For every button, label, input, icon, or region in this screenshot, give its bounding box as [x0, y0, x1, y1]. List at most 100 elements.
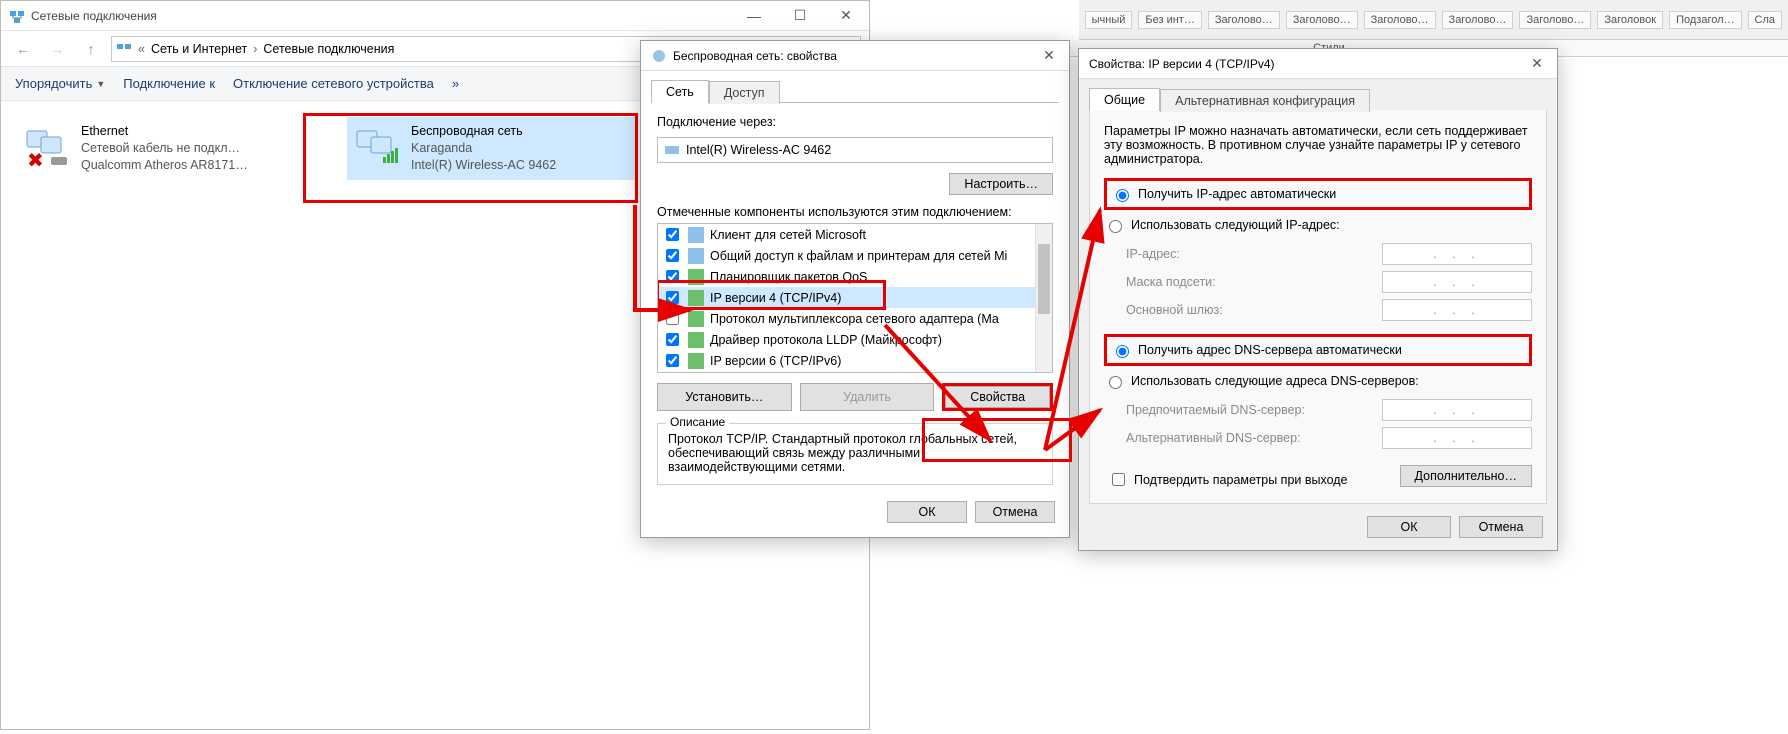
- dialog-titlebar: Беспроводная сеть: свойства ✕: [641, 41, 1069, 71]
- remove-button: Удалить: [800, 383, 935, 411]
- component-icon: [688, 353, 704, 369]
- connect-via-label: Подключение через:: [657, 115, 1053, 129]
- back-button[interactable]: ←: [9, 35, 37, 63]
- breadcrumb-item[interactable]: Сеть и Интернет: [151, 42, 247, 56]
- minimize-button[interactable]: —: [731, 1, 777, 31]
- close-button[interactable]: ✕: [1517, 50, 1557, 78]
- dns1-label: Предпочитаемый DNS-сервер:: [1126, 403, 1305, 417]
- gateway-field: . . .: [1382, 299, 1532, 321]
- description-label: Описание: [666, 415, 729, 429]
- radio-input[interactable]: [1116, 189, 1129, 202]
- list-item: Драйвер протокола LLDP (Майкрософт): [658, 329, 1052, 350]
- ribbon-item[interactable]: Заголово…: [1208, 11, 1280, 29]
- forward-button[interactable]: →: [43, 35, 71, 63]
- radio-input[interactable]: [1116, 345, 1129, 358]
- svg-text:✖: ✖: [27, 150, 44, 171]
- maximize-button[interactable]: ☐: [777, 1, 823, 31]
- install-button[interactable]: Установить…: [657, 383, 792, 411]
- list-item: IP версии 6 (TCP/IPv6): [658, 350, 1052, 371]
- adapter-name-box: Intel(R) Wireless-AC 9462: [657, 137, 1053, 163]
- component-checkbox[interactable]: [666, 312, 679, 325]
- breadcrumb-prefix: «: [138, 42, 145, 56]
- subnet-mask-field: . . .: [1382, 271, 1532, 293]
- ribbon-item[interactable]: Заголовок: [1597, 11, 1663, 29]
- tab-general[interactable]: Общие: [1089, 88, 1160, 111]
- annotation-highlight: [303, 113, 638, 203]
- close-button[interactable]: ✕: [1029, 42, 1069, 70]
- radio-input[interactable]: [1109, 376, 1122, 389]
- component-icon: [688, 332, 704, 348]
- titlebar: Сетевые подключения — ☐ ✕: [1, 1, 869, 31]
- checkbox-input[interactable]: [1112, 473, 1125, 486]
- ribbon-item[interactable]: Без инт…: [1138, 11, 1201, 29]
- intro-text: Параметры IP можно назначать автоматичес…: [1104, 124, 1532, 166]
- subnet-mask-label: Маска подсети:: [1126, 275, 1216, 289]
- up-button[interactable]: ↑: [77, 35, 105, 63]
- adapter-icon: [651, 48, 667, 64]
- connect-to-menu[interactable]: Подключение к: [123, 76, 215, 91]
- cancel-button[interactable]: Отмена: [975, 501, 1055, 523]
- more-commands[interactable]: »: [452, 76, 459, 91]
- breadcrumb-sep: ›: [253, 42, 257, 56]
- adapter-properties-dialog: Беспроводная сеть: свойства ✕ Сеть Досту…: [640, 40, 1070, 538]
- list-item: Общий доступ к файлам и принтерам для се…: [658, 245, 1052, 266]
- ip-address-label: IP-адрес:: [1126, 247, 1180, 261]
- gateway-label: Основной шлюз:: [1126, 303, 1223, 317]
- ok-button[interactable]: ОК: [887, 501, 967, 523]
- ribbon-item[interactable]: ычный: [1085, 11, 1133, 29]
- disable-device-menu[interactable]: Отключение сетевого устройства: [233, 76, 434, 91]
- checkbox-label: Подтвердить параметры при выходе: [1134, 473, 1348, 487]
- confirm-on-exit[interactable]: Подтвердить параметры при выходе: [1104, 462, 1348, 489]
- adapter-name: Intel(R) Wireless-AC 9462: [686, 143, 831, 157]
- component-icon: [688, 227, 704, 243]
- ribbon-item[interactable]: Заголово…: [1364, 11, 1436, 29]
- close-button[interactable]: ✕: [823, 1, 869, 31]
- radio-label: Использовать следующие адреса DNS-сервер…: [1131, 374, 1419, 388]
- tab-network[interactable]: Сеть: [651, 80, 709, 103]
- ethernet-icon: ✖: [23, 123, 71, 171]
- ok-button[interactable]: ОК: [1367, 516, 1451, 538]
- radio-auto-dns[interactable]: Получить адрес DNS-сервера автоматически: [1111, 339, 1525, 361]
- connection-name: Ethernet: [81, 123, 248, 140]
- component-checkbox[interactable]: [666, 333, 679, 346]
- annotation-highlight: [922, 418, 1072, 462]
- list-item: Клиент для сетей Microsoft: [658, 224, 1052, 245]
- dialog-titlebar: Свойства: IP версии 4 (TCP/IPv4) ✕: [1079, 49, 1557, 79]
- adapter-card-icon: [664, 142, 680, 158]
- connection-device: Qualcomm Atheros AR8171…: [81, 157, 248, 174]
- radio-input[interactable]: [1109, 220, 1122, 233]
- ribbon-item[interactable]: Подзагол…: [1669, 11, 1741, 29]
- breadcrumb-item[interactable]: Сетевые подключения: [263, 42, 394, 56]
- tab-alternate[interactable]: Альтернативная конфигурация: [1160, 89, 1370, 112]
- radio-label: Получить IP-адрес автоматически: [1138, 187, 1336, 201]
- configure-button[interactable]: Настроить…: [949, 173, 1053, 195]
- component-checkbox[interactable]: [666, 354, 679, 367]
- ribbon-item[interactable]: Заголово…: [1519, 11, 1591, 29]
- ribbon-item[interactable]: Заголово…: [1286, 11, 1358, 29]
- scrollbar[interactable]: [1035, 224, 1052, 372]
- component-label: IP версии 6 (TCP/IPv6): [710, 354, 841, 368]
- network-icon: [116, 41, 132, 57]
- component-checkbox[interactable]: [666, 249, 679, 262]
- cancel-button[interactable]: Отмена: [1459, 516, 1543, 538]
- component-icon: [688, 248, 704, 264]
- radio-label: Использовать следующий IP-адрес:: [1131, 218, 1340, 232]
- radio-manual-dns[interactable]: Использовать следующие адреса DNS-сервер…: [1104, 370, 1532, 392]
- component-checkbox[interactable]: [666, 228, 679, 241]
- window-title: Сетевые подключения: [31, 9, 157, 23]
- connection-status: Сетевой кабель не подкл…: [81, 140, 248, 157]
- ipv4-properties-dialog: Свойства: IP версии 4 (TCP/IPv4) ✕ Общие…: [1078, 48, 1558, 551]
- dns2-label: Альтернативный DNS-сервер:: [1126, 431, 1301, 445]
- components-list[interactable]: Клиент для сетей Microsoft Общий доступ …: [657, 223, 1053, 373]
- dns1-field: . . .: [1382, 399, 1532, 421]
- ribbon-item[interactable]: Заголово…: [1442, 11, 1514, 29]
- ribbon-item[interactable]: Сла: [1748, 11, 1782, 29]
- connection-ethernet[interactable]: ✖ Ethernet Сетевой кабель не подкл… Qual…: [17, 117, 307, 180]
- advanced-button[interactable]: Дополнительно…: [1400, 465, 1532, 487]
- component-icon: [688, 311, 704, 327]
- organize-menu[interactable]: Упорядочить▼: [15, 76, 105, 91]
- tab-access[interactable]: Доступ: [709, 81, 780, 104]
- radio-auto-ip[interactable]: Получить IP-адрес автоматически: [1111, 183, 1525, 205]
- radio-manual-ip[interactable]: Использовать следующий IP-адрес:: [1104, 214, 1532, 236]
- properties-button[interactable]: Свойства: [945, 386, 1050, 408]
